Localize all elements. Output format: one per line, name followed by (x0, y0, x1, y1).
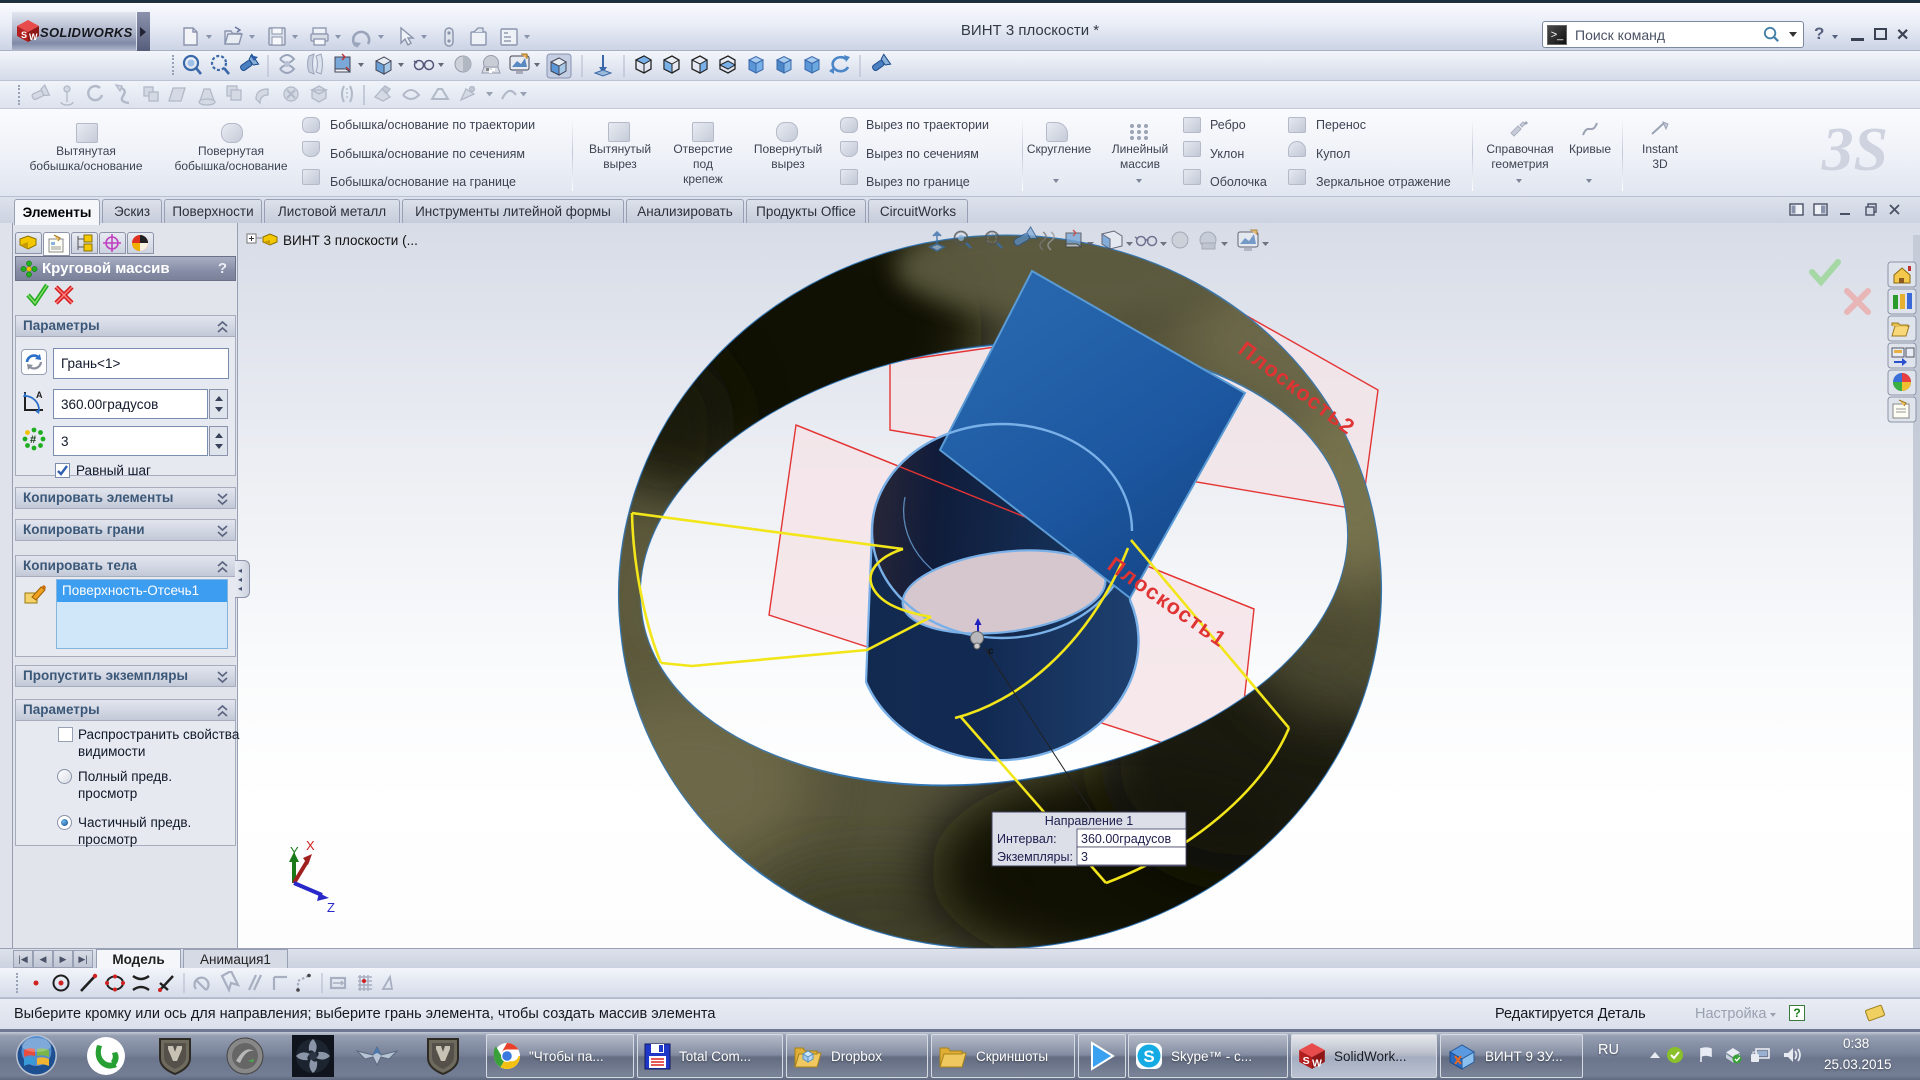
svg-text:Экземпляры:: Экземпляры: (997, 850, 1073, 864)
svg-text:ВИНТ 3 плоскости (...: ВИНТ 3 плоскости (... (283, 233, 418, 248)
svg-text:Z: Z (327, 900, 335, 915)
svg-text:S: S (21, 30, 27, 40)
svg-text:A: A (36, 390, 43, 400)
svg-text:360.00градусов: 360.00градусов (1081, 832, 1171, 846)
svg-text:#: # (30, 434, 36, 446)
svg-text:W: W (29, 32, 38, 42)
svg-text:c: c (988, 646, 994, 657)
svg-text:3: 3 (1081, 850, 1088, 864)
svg-text:Интервал:: Интервал: (997, 832, 1057, 846)
svg-text:S: S (1143, 1047, 1154, 1066)
svg-text:X: X (306, 838, 315, 853)
svg-text:Y: Y (290, 844, 299, 859)
svg-text:Направление 1: Направление 1 (1045, 814, 1134, 828)
svg-text:W: W (1312, 1058, 1322, 1070)
svg-text:S: S (1303, 1055, 1310, 1067)
